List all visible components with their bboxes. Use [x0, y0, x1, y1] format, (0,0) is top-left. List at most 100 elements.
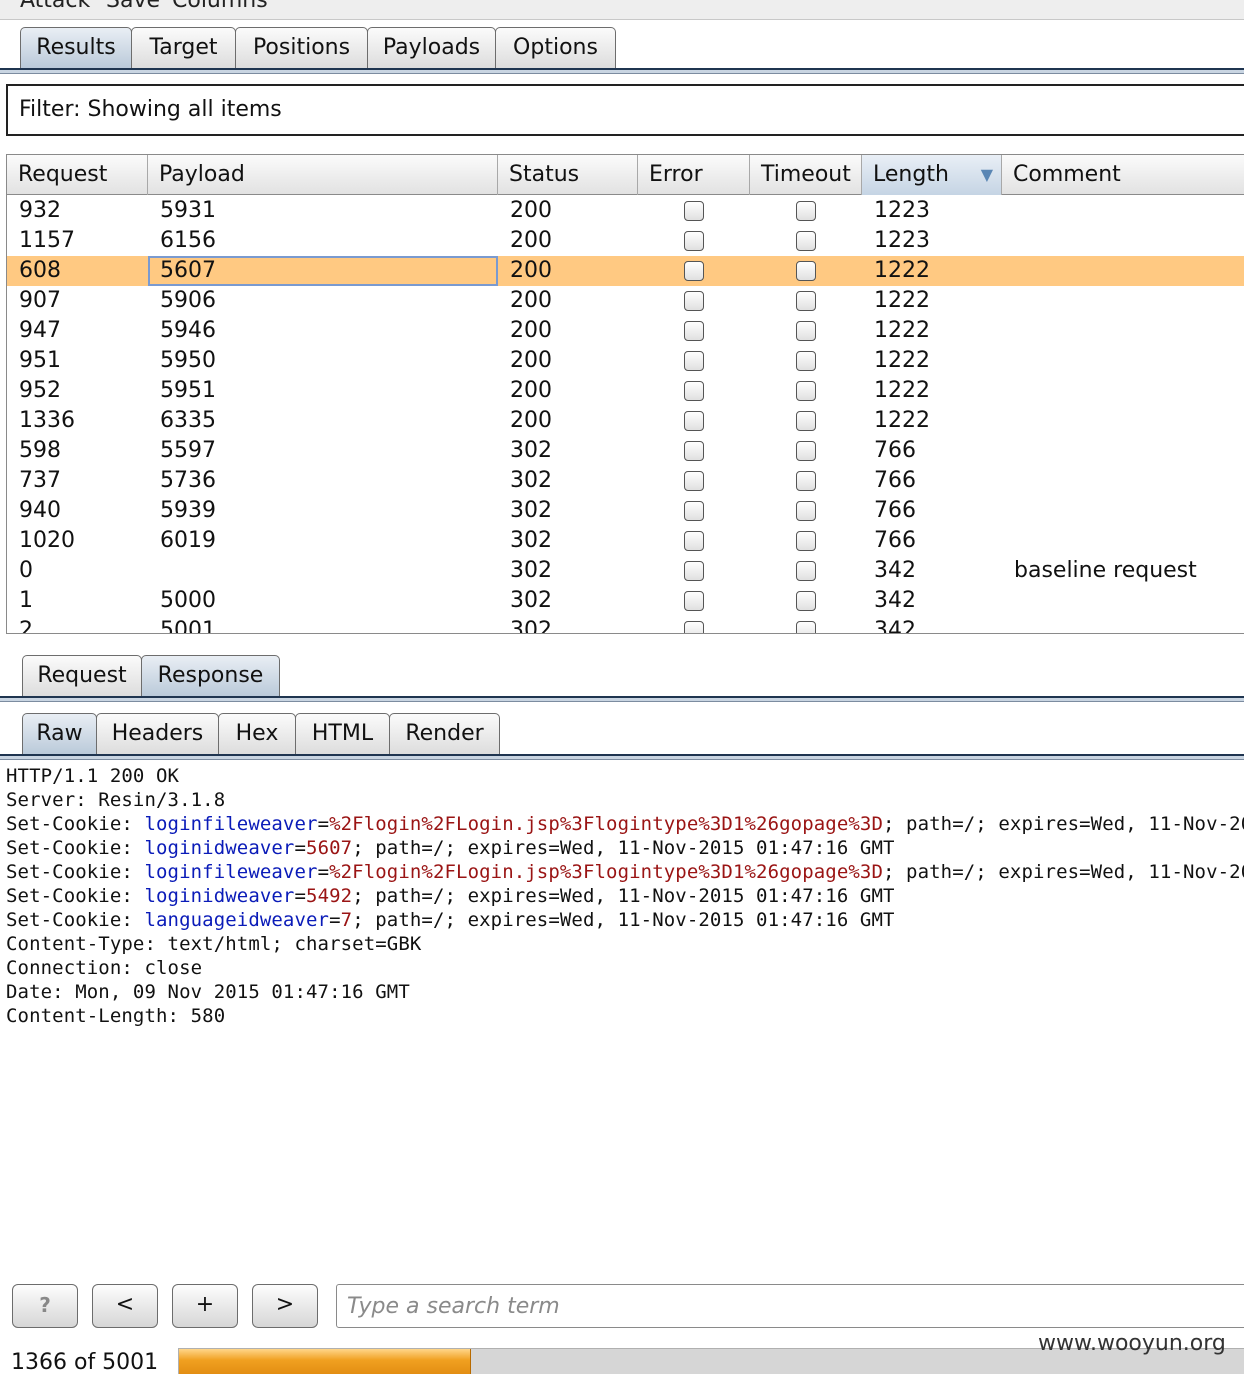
table-row[interactable]: 907 5906 200 1222 — [7, 286, 1244, 316]
cell-status: 200 — [510, 228, 552, 253]
timeout-checkbox[interactable] — [796, 201, 816, 221]
table-row[interactable]: 1336 6335 200 1222 — [7, 406, 1244, 436]
error-checkbox[interactable] — [684, 621, 704, 633]
table-row[interactable]: 608 5607 200 1222 — [7, 256, 1244, 286]
cell-comment — [1002, 256, 1244, 286]
response-line: Server: Resin/3.1.8 — [6, 788, 225, 812]
tab-headers[interactable]: Headers — [96, 713, 219, 755]
error-checkbox[interactable] — [684, 501, 704, 521]
response-text: = — [294, 837, 307, 859]
column-header-timeout[interactable]: Timeout — [750, 155, 862, 195]
error-checkbox[interactable] — [684, 471, 704, 491]
column-header-payload[interactable]: Payload — [148, 155, 498, 195]
cell-comment — [1002, 406, 1244, 436]
filter-bar[interactable]: Filter: Showing all items — [6, 84, 1244, 136]
timeout-checkbox[interactable] — [796, 471, 816, 491]
column-header-length[interactable]: Length ▼ — [862, 155, 1002, 195]
tab-payloads[interactable]: Payloads — [367, 27, 496, 69]
timeout-checkbox[interactable] — [796, 321, 816, 341]
column-header-comment[interactable]: Comment — [1002, 155, 1244, 195]
error-checkbox[interactable] — [684, 291, 704, 311]
timeout-checkbox[interactable] — [796, 261, 816, 281]
error-checkbox[interactable] — [684, 411, 704, 431]
timeout-checkbox[interactable] — [796, 591, 816, 611]
tab-raw[interactable]: Raw — [22, 713, 97, 755]
tab-response[interactable]: Response — [141, 655, 280, 697]
response-line: Set-Cookie: loginfileweaver=%2Flogin%2FL… — [6, 812, 1244, 836]
table-row[interactable]: 940 5939 302 766 — [7, 496, 1244, 526]
previous-match-button[interactable]: < — [92, 1284, 158, 1328]
timeout-checkbox[interactable] — [796, 231, 816, 251]
tab-options[interactable]: Options — [495, 27, 616, 69]
timeout-checkbox[interactable] — [796, 621, 816, 633]
error-checkbox[interactable] — [684, 321, 704, 341]
table-row[interactable]: 1 5000 302 342 — [7, 586, 1244, 616]
cookie-value: 7 — [340, 909, 353, 931]
timeout-checkbox[interactable] — [796, 501, 816, 521]
response-line: HTTP/1.1 200 OK — [6, 764, 179, 788]
tab-target[interactable]: Target — [131, 27, 236, 69]
response-text: Set-Cookie: — [6, 813, 145, 835]
error-checkbox[interactable] — [684, 201, 704, 221]
tab-render[interactable]: Render — [389, 713, 500, 755]
response-line: Content-Length: 580 — [6, 1004, 225, 1028]
tab-html[interactable]: HTML — [295, 713, 390, 755]
tab-results[interactable]: Results — [20, 27, 132, 69]
table-row[interactable]: 947 5946 200 1222 — [7, 316, 1244, 346]
table-row[interactable]: 2 5001 302 342 — [7, 616, 1244, 634]
table-row[interactable]: 598 5597 302 766 — [7, 436, 1244, 466]
timeout-checkbox[interactable] — [796, 441, 816, 461]
tab-hex[interactable]: Hex — [218, 713, 296, 755]
timeout-checkbox[interactable] — [796, 411, 816, 431]
cell-payload: 6019 — [160, 528, 216, 553]
next-match-button[interactable]: > — [252, 1284, 318, 1328]
error-checkbox[interactable] — [684, 261, 704, 281]
table-header: Request Payload Status Error Timeout Len… — [7, 155, 1244, 195]
cell-length: 766 — [874, 528, 916, 553]
error-checkbox[interactable] — [684, 381, 704, 401]
table-row[interactable]: 1157 6156 200 1223 — [7, 226, 1244, 256]
column-header-status[interactable]: Status — [498, 155, 638, 195]
cell-request: 608 — [19, 258, 61, 283]
response-text: = — [329, 909, 341, 931]
error-checkbox[interactable] — [684, 231, 704, 251]
filter-label: Filter: — [19, 97, 81, 122]
cell-length: 1222 — [874, 318, 930, 343]
column-header-request[interactable]: Request — [7, 155, 148, 195]
table-row[interactable]: 737 5736 302 766 — [7, 466, 1244, 496]
search-input[interactable] — [336, 1284, 1244, 1328]
error-checkbox[interactable] — [684, 441, 704, 461]
cell-payload: 5939 — [160, 498, 216, 523]
timeout-checkbox[interactable] — [796, 351, 816, 371]
timeout-checkbox[interactable] — [796, 381, 816, 401]
menu-bar: Attack Save Columns — [0, 0, 1244, 20]
menu-save[interactable]: Save — [106, 0, 160, 13]
cell-length: 342 — [874, 618, 916, 634]
tab-request[interactable]: Request — [22, 655, 142, 697]
menu-attack[interactable]: Attack — [20, 0, 90, 13]
menu-columns[interactable]: Columns — [172, 0, 268, 13]
timeout-checkbox[interactable] — [796, 291, 816, 311]
response-text: Date: Mon, 09 Nov 2015 01:47:16 GMT — [6, 981, 410, 1003]
error-checkbox[interactable] — [684, 531, 704, 551]
response-text: Set-Cookie: — [6, 909, 145, 931]
tab-positions[interactable]: Positions — [235, 27, 368, 69]
table-row[interactable]: 932 5931 200 1223 — [7, 196, 1244, 226]
error-checkbox[interactable] — [684, 591, 704, 611]
cell-status: 302 — [510, 528, 552, 553]
table-row[interactable]: 1020 6019 302 766 — [7, 526, 1244, 556]
response-raw-text[interactable]: HTTP/1.1 200 OK Server: Resin/3.1.8 Set-Co… — [0, 764, 1244, 1276]
timeout-checkbox[interactable] — [796, 531, 816, 551]
error-checkbox[interactable] — [684, 351, 704, 371]
table-row[interactable]: 0 302 342 baseline request — [7, 556, 1244, 586]
response-text: Content-Type: text/html; charset=GBK — [6, 933, 422, 955]
error-checkbox[interactable] — [684, 561, 704, 581]
help-button[interactable]: ? — [12, 1284, 78, 1328]
cell-status: 302 — [510, 498, 552, 523]
timeout-checkbox[interactable] — [796, 561, 816, 581]
cell-request: 951 — [19, 348, 61, 373]
add-button[interactable]: + — [172, 1284, 238, 1328]
column-header-error[interactable]: Error — [638, 155, 750, 195]
table-row[interactable]: 951 5950 200 1222 — [7, 346, 1244, 376]
table-row[interactable]: 952 5951 200 1222 — [7, 376, 1244, 406]
